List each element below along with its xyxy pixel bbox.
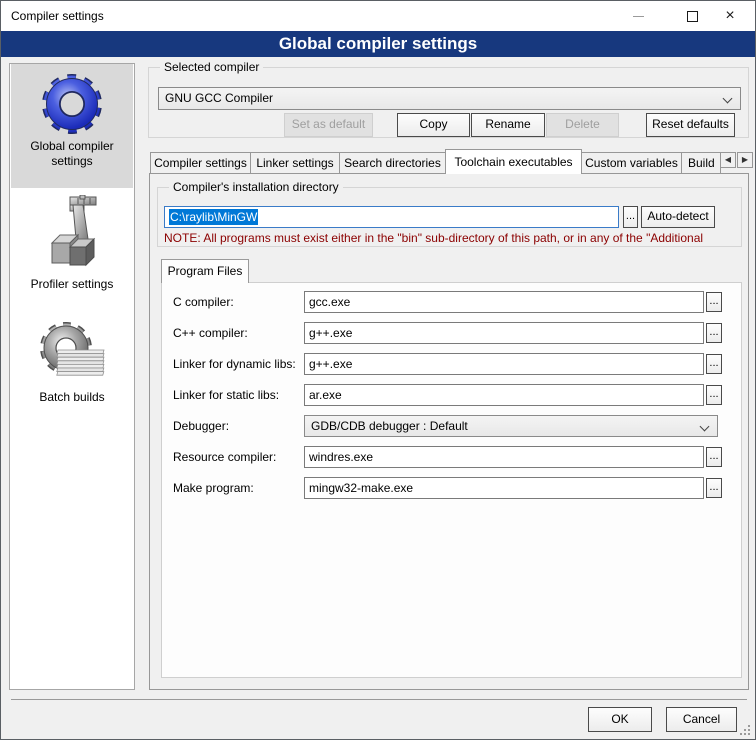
sidebar-item-global-compiler-settings[interactable]: Global compiler settings [11,64,133,188]
c-compiler-label: C compiler: [173,295,234,309]
tab-compiler-settings[interactable]: Compiler settings [150,152,251,174]
rename-button[interactable]: Rename [471,113,545,137]
linker-static-input[interactable]: ar.exe [304,384,704,406]
ok-button[interactable]: OK [588,707,652,732]
sidebar-item-label: Profiler settings [22,277,122,292]
installation-directory-input[interactable]: C:\raylib\MinGW [164,206,619,228]
resize-grip[interactable] [739,724,751,736]
tab-build[interactable]: Build [681,152,721,174]
cpp-compiler-input[interactable]: g++.exe [304,322,704,344]
settings-category-sidebar: Global compiler settings [9,63,135,690]
tab-search-directories[interactable]: Search directories [339,152,446,174]
installation-directory-browse-button[interactable]: ... [623,206,638,228]
c-compiler-input[interactable]: gcc.exe [304,291,704,313]
make-program-input[interactable]: mingw32-make.exe [304,477,704,499]
tab-toolchain-executables[interactable]: Toolchain executables [445,149,582,174]
maximize-icon [687,11,698,22]
copy-button[interactable]: Copy [397,113,470,137]
minimize-button[interactable] [618,1,658,31]
chevron-down-icon [723,94,733,104]
title-bar[interactable]: Compiler settings × [1,1,755,31]
cpp-compiler-value: g++.exe [309,326,352,340]
c-compiler-browse-button[interactable]: ... [706,292,722,312]
linker-static-browse-button[interactable]: ... [706,385,722,405]
window-title: Compiler settings [11,9,104,23]
cancel-button[interactable]: Cancel [666,707,737,732]
debugger-select-value: GDB/CDB debugger : Default [311,419,468,433]
installation-directory-selected-text: C:\raylib\MinGW [169,209,258,225]
linker-static-value: ar.exe [309,388,342,402]
resource-compiler-browse-button[interactable]: ... [706,447,722,467]
close-icon: × [725,8,734,24]
sidebar-item-label: Batch builds [22,390,122,405]
minimize-icon [633,16,644,17]
compiler-select[interactable]: GNU GCC Compiler [158,87,741,110]
tab-scroll-right-button[interactable]: ▶ [737,152,753,168]
debugger-label: Debugger: [173,419,229,433]
make-program-value: mingw32-make.exe [309,481,413,495]
cpp-compiler-label: C++ compiler: [173,326,248,340]
make-program-label: Make program: [173,481,254,495]
tab-scroll-left-button[interactable]: ◀ [720,152,736,168]
tab-custom-variables[interactable]: Custom variables [581,152,682,174]
linker-static-label: Linker for static libs: [173,388,279,402]
arrow-right-icon: ▶ [742,155,748,164]
delete-button[interactable]: Delete [546,113,619,137]
chevron-down-icon [700,422,710,432]
reset-defaults-button[interactable]: Reset defaults [646,113,735,137]
page-title: Global compiler settings [1,31,755,57]
resource-compiler-value: windres.exe [309,450,373,464]
blue-gear-icon [39,71,105,137]
maximize-button[interactable] [672,1,712,31]
make-program-browse-button[interactable]: ... [706,478,722,498]
footer-separator [11,699,747,700]
cpp-compiler-browse-button[interactable]: ... [706,323,722,343]
debugger-select[interactable]: GDB/CDB debugger : Default [304,415,718,437]
batch-builds-gear-icon [36,320,108,388]
bin-subdirectory-note: NOTE: All programs must exist either in … [164,231,741,245]
resource-compiler-label: Resource compiler: [173,450,276,464]
close-button[interactable]: × [710,1,750,31]
subtab-program-files[interactable]: Program Files [161,259,249,283]
linker-dynamic-browse-button[interactable]: ... [706,354,722,374]
tab-linker-settings[interactable]: Linker settings [250,152,340,174]
sidebar-item-profiler-settings[interactable]: Profiler settings [11,192,133,294]
profiler-caliper-icon [40,195,104,275]
sidebar-item-label: Global compiler settings [22,139,122,169]
sidebar-item-batch-builds[interactable]: Batch builds [11,317,133,413]
linker-dynamic-value: g++.exe [309,357,352,371]
linker-dynamic-label: Linker for dynamic libs: [173,357,296,371]
selected-compiler-legend: Selected compiler [160,60,263,74]
c-compiler-value: gcc.exe [309,295,350,309]
linker-dynamic-input[interactable]: g++.exe [304,353,704,375]
compiler-settings-dialog: Compiler settings × Global compiler sett… [0,0,756,740]
compiler-select-value: GNU GCC Compiler [165,91,273,105]
installation-directory-legend: Compiler's installation directory [169,180,343,194]
set-as-default-button[interactable]: Set as default [284,113,373,137]
resource-compiler-input[interactable]: windres.exe [304,446,704,468]
arrow-left-icon: ◀ [725,155,731,164]
auto-detect-button[interactable]: Auto-detect [641,206,715,228]
